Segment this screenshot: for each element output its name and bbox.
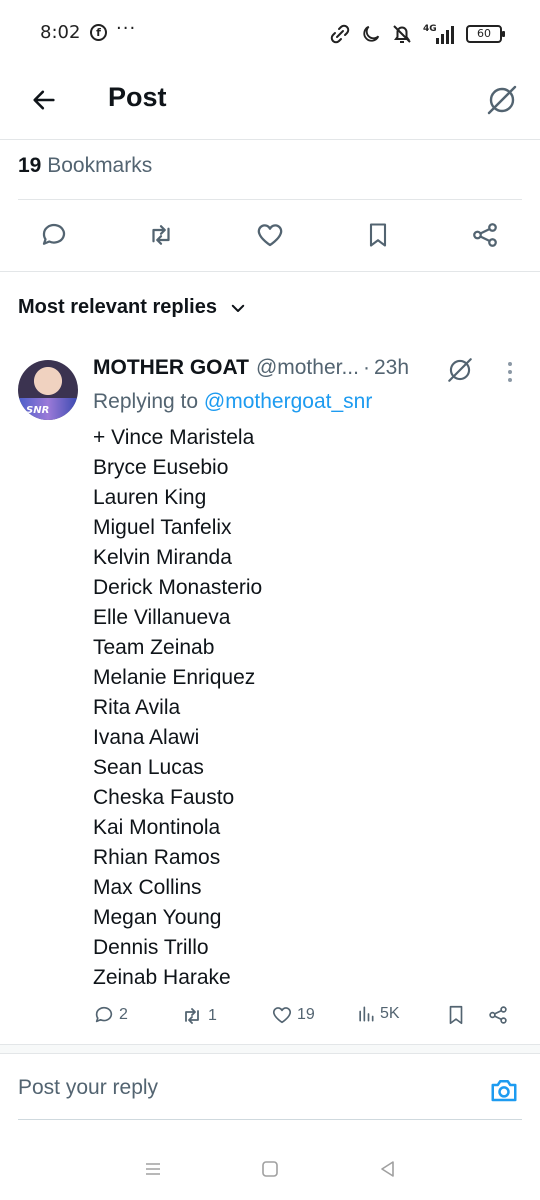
reply-text-line: Zeinab Harake: [93, 966, 231, 989]
grok-icon[interactable]: [446, 356, 474, 384]
share-button[interactable]: [470, 220, 500, 250]
reply-text-line: + Vince Maristela: [93, 426, 255, 449]
avatar-text: SNR: [26, 405, 50, 416]
reply-count: 2: [119, 1006, 128, 1023]
bookmark-icon: [369, 223, 387, 247]
reply-text-line: Megan Young: [93, 906, 222, 929]
more-dot: [508, 370, 512, 374]
post-action-bar: [0, 200, 540, 272]
reply-text-line: Team Zeinab: [93, 636, 215, 659]
heart-icon: [272, 1007, 292, 1024]
reply-count-button[interactable]: 2: [93, 1004, 128, 1026]
reply-text-line: Cheska Fausto: [93, 786, 235, 809]
reply-text-line: Kelvin Miranda: [93, 546, 232, 569]
battery-icon: 60: [466, 25, 505, 43]
menu-icon: [146, 1163, 160, 1175]
bookmark-button[interactable]: [363, 220, 393, 250]
section-divider: [0, 1044, 540, 1054]
recents-button[interactable]: [140, 1156, 166, 1182]
like-count-button[interactable]: 19: [271, 1004, 315, 1026]
reply-text-line: Kai Montinola: [93, 816, 221, 839]
view-count: 5K: [380, 1005, 400, 1022]
sort-label: Most relevant replies: [18, 296, 217, 318]
reply-composer: [18, 1062, 522, 1120]
avatar[interactable]: SNR: [18, 360, 78, 420]
repost-icon: [152, 225, 170, 245]
grok-button[interactable]: [482, 80, 522, 120]
back-triangle-icon: [381, 1161, 394, 1177]
reply-text: + Vince Maristela Bryce Eusebio Lauren Kin…: [93, 423, 523, 993]
author-handle[interactable]: @mother...: [256, 356, 359, 380]
back-button[interactable]: [24, 80, 64, 120]
reply-share-button[interactable]: [487, 1004, 509, 1026]
views-button[interactable]: 5K: [356, 1004, 400, 1024]
grok-icon: [487, 85, 517, 115]
home-square-icon: [262, 1161, 278, 1177]
repost-count: 1: [208, 1007, 217, 1024]
signal-icon: 4G: [423, 24, 454, 44]
bookmarks-label: Bookmarks: [47, 154, 153, 177]
bookmarks-number: 19: [18, 154, 42, 177]
more-dot: [508, 378, 512, 382]
repost-button[interactable]: [146, 220, 176, 250]
reply-text-line: Sean Lucas: [93, 756, 204, 779]
repost-icon: [185, 1008, 199, 1024]
status-time: 8:02: [40, 22, 81, 43]
system-nav-bar: [0, 1140, 540, 1200]
back-arrow-icon: [33, 90, 55, 110]
reply-text-line: Max Collins: [93, 876, 202, 899]
bookmark-icon: [449, 1005, 463, 1025]
reply-bookmark-button[interactable]: [445, 1004, 467, 1026]
reply-text-line: Dennis Trillo: [93, 936, 209, 959]
link-icon: [330, 24, 350, 44]
more-notifications-icon: ···: [116, 18, 137, 39]
reply-text-line: Rita Avila: [93, 696, 181, 719]
like-count: 19: [297, 1006, 315, 1023]
reply-input[interactable]: [18, 1076, 438, 1100]
reply-text-line: Melanie Enriquez: [93, 666, 256, 689]
moon-icon: [363, 25, 380, 42]
share-icon: [473, 223, 497, 247]
network-type-label: 4G: [423, 24, 437, 34]
reply-text-line: Elle Villanueva: [93, 606, 231, 629]
reply-post[interactable]: SNR MOTHER GOAT @mother... · 23h Replyin…: [0, 346, 540, 1042]
page-title: Post: [108, 82, 167, 112]
views-chart-icon: [359, 1006, 374, 1022]
replying-to: Replying to @mothergoat_snr: [93, 390, 372, 414]
reply-text-line: Miguel Tanfelix: [93, 516, 232, 539]
share-icon: [489, 1006, 507, 1024]
reply-button[interactable]: [39, 220, 69, 250]
reply-icon: [42, 223, 66, 245]
reply-metrics: 2 1 19 5K: [93, 1004, 523, 1032]
reply-text-line: Derick Monasterio: [93, 576, 263, 599]
reply-icon: [95, 1006, 113, 1023]
reply-text-line: Lauren King: [93, 486, 207, 509]
reply-text-line: Rhian Ramos: [93, 846, 221, 869]
facebook-notification-icon: f: [90, 24, 107, 41]
reply-text-line: Bryce Eusebio: [93, 456, 229, 479]
heart-icon: [257, 224, 283, 247]
status-icons: 4G 60: [328, 20, 505, 48]
mute-bell-icon: [393, 25, 411, 43]
more-options-button[interactable]: [498, 360, 522, 384]
camera-icon: [491, 1080, 517, 1102]
like-button[interactable]: [255, 220, 285, 250]
bookmarks-count[interactable]: 19 Bookmarks: [18, 154, 152, 178]
home-button[interactable]: [257, 1156, 283, 1182]
status-bar: 8:02 f ··· 4G 60: [0, 0, 540, 66]
replies-sort-dropdown[interactable]: Most relevant replies: [18, 296, 247, 319]
replying-prefix: Replying to: [93, 390, 199, 413]
repost-count-button[interactable]: 1: [180, 1004, 217, 1028]
separator-dot: ·: [362, 356, 370, 379]
system-back-button[interactable]: [375, 1156, 401, 1182]
reply-text-line: Ivana Alawi: [93, 726, 200, 749]
post-time[interactable]: 23h: [374, 356, 409, 380]
chevron-down-icon: [231, 304, 245, 312]
more-dot: [508, 362, 512, 366]
app-header: Post: [0, 66, 540, 140]
author-name[interactable]: MOTHER GOAT: [93, 356, 249, 380]
replying-mention-link[interactable]: @mothergoat_snr: [204, 390, 372, 413]
camera-button[interactable]: [488, 1074, 520, 1106]
